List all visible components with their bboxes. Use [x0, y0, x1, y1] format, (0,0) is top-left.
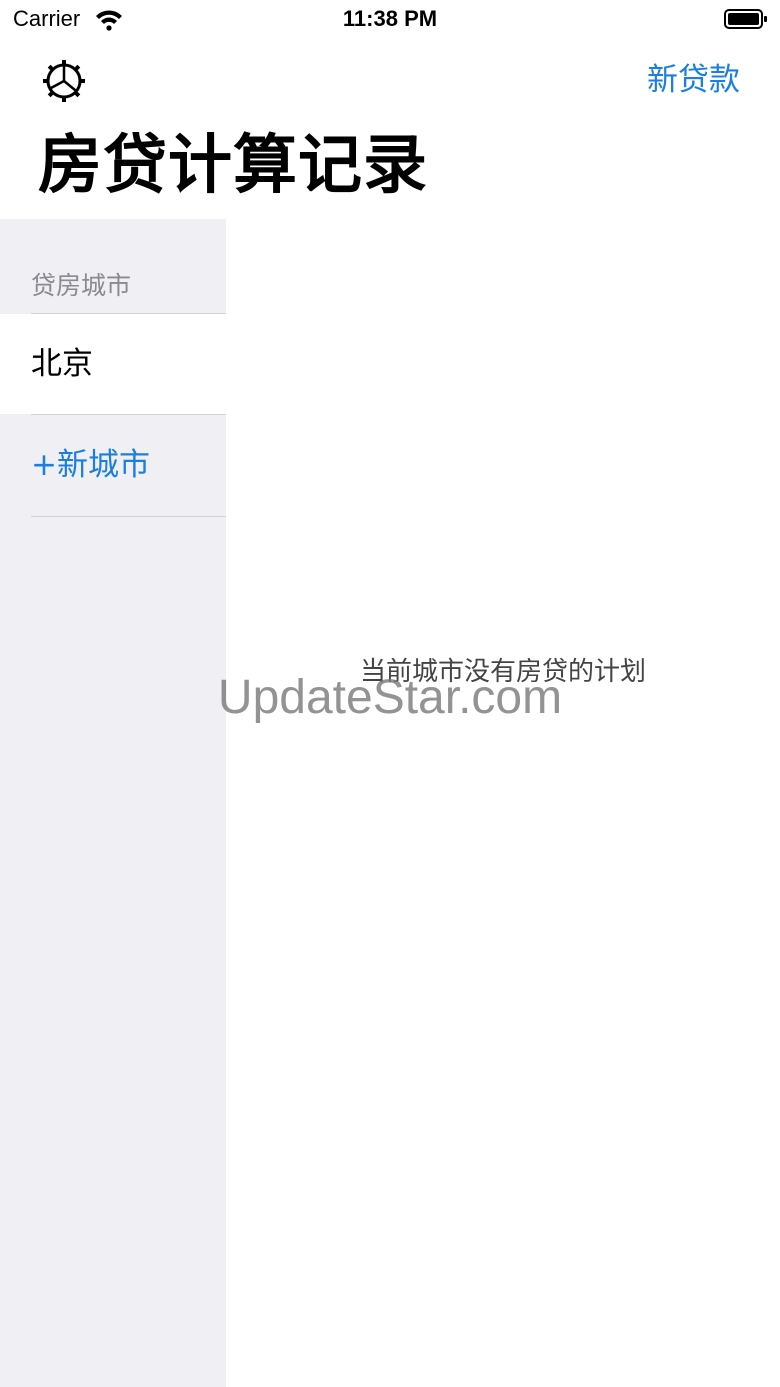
- clock-time: 11:38 PM: [342, 6, 438, 31]
- settings-button[interactable]: [39, 56, 89, 106]
- city-label: 北京: [31, 346, 93, 382]
- battery-icon: [724, 9, 767, 29]
- add-city-label: +新城市: [31, 447, 150, 483]
- gear-icon: [43, 60, 85, 102]
- city-row-beijing[interactable]: 北京: [0, 314, 226, 414]
- status-bar: Carrier 11:38 PM: [0, 0, 780, 40]
- divider: [31, 516, 226, 517]
- city-sidebar: 贷房城市 北京 +新城市: [0, 219, 226, 1387]
- section-header: 贷房城市: [31, 271, 132, 300]
- page-title: 房贷计算记录: [38, 129, 428, 203]
- new-loan-button[interactable]: 新贷款: [647, 60, 740, 100]
- watermark: UpdateStar.com: [217, 671, 563, 724]
- add-city-row[interactable]: +新城市: [0, 415, 226, 515]
